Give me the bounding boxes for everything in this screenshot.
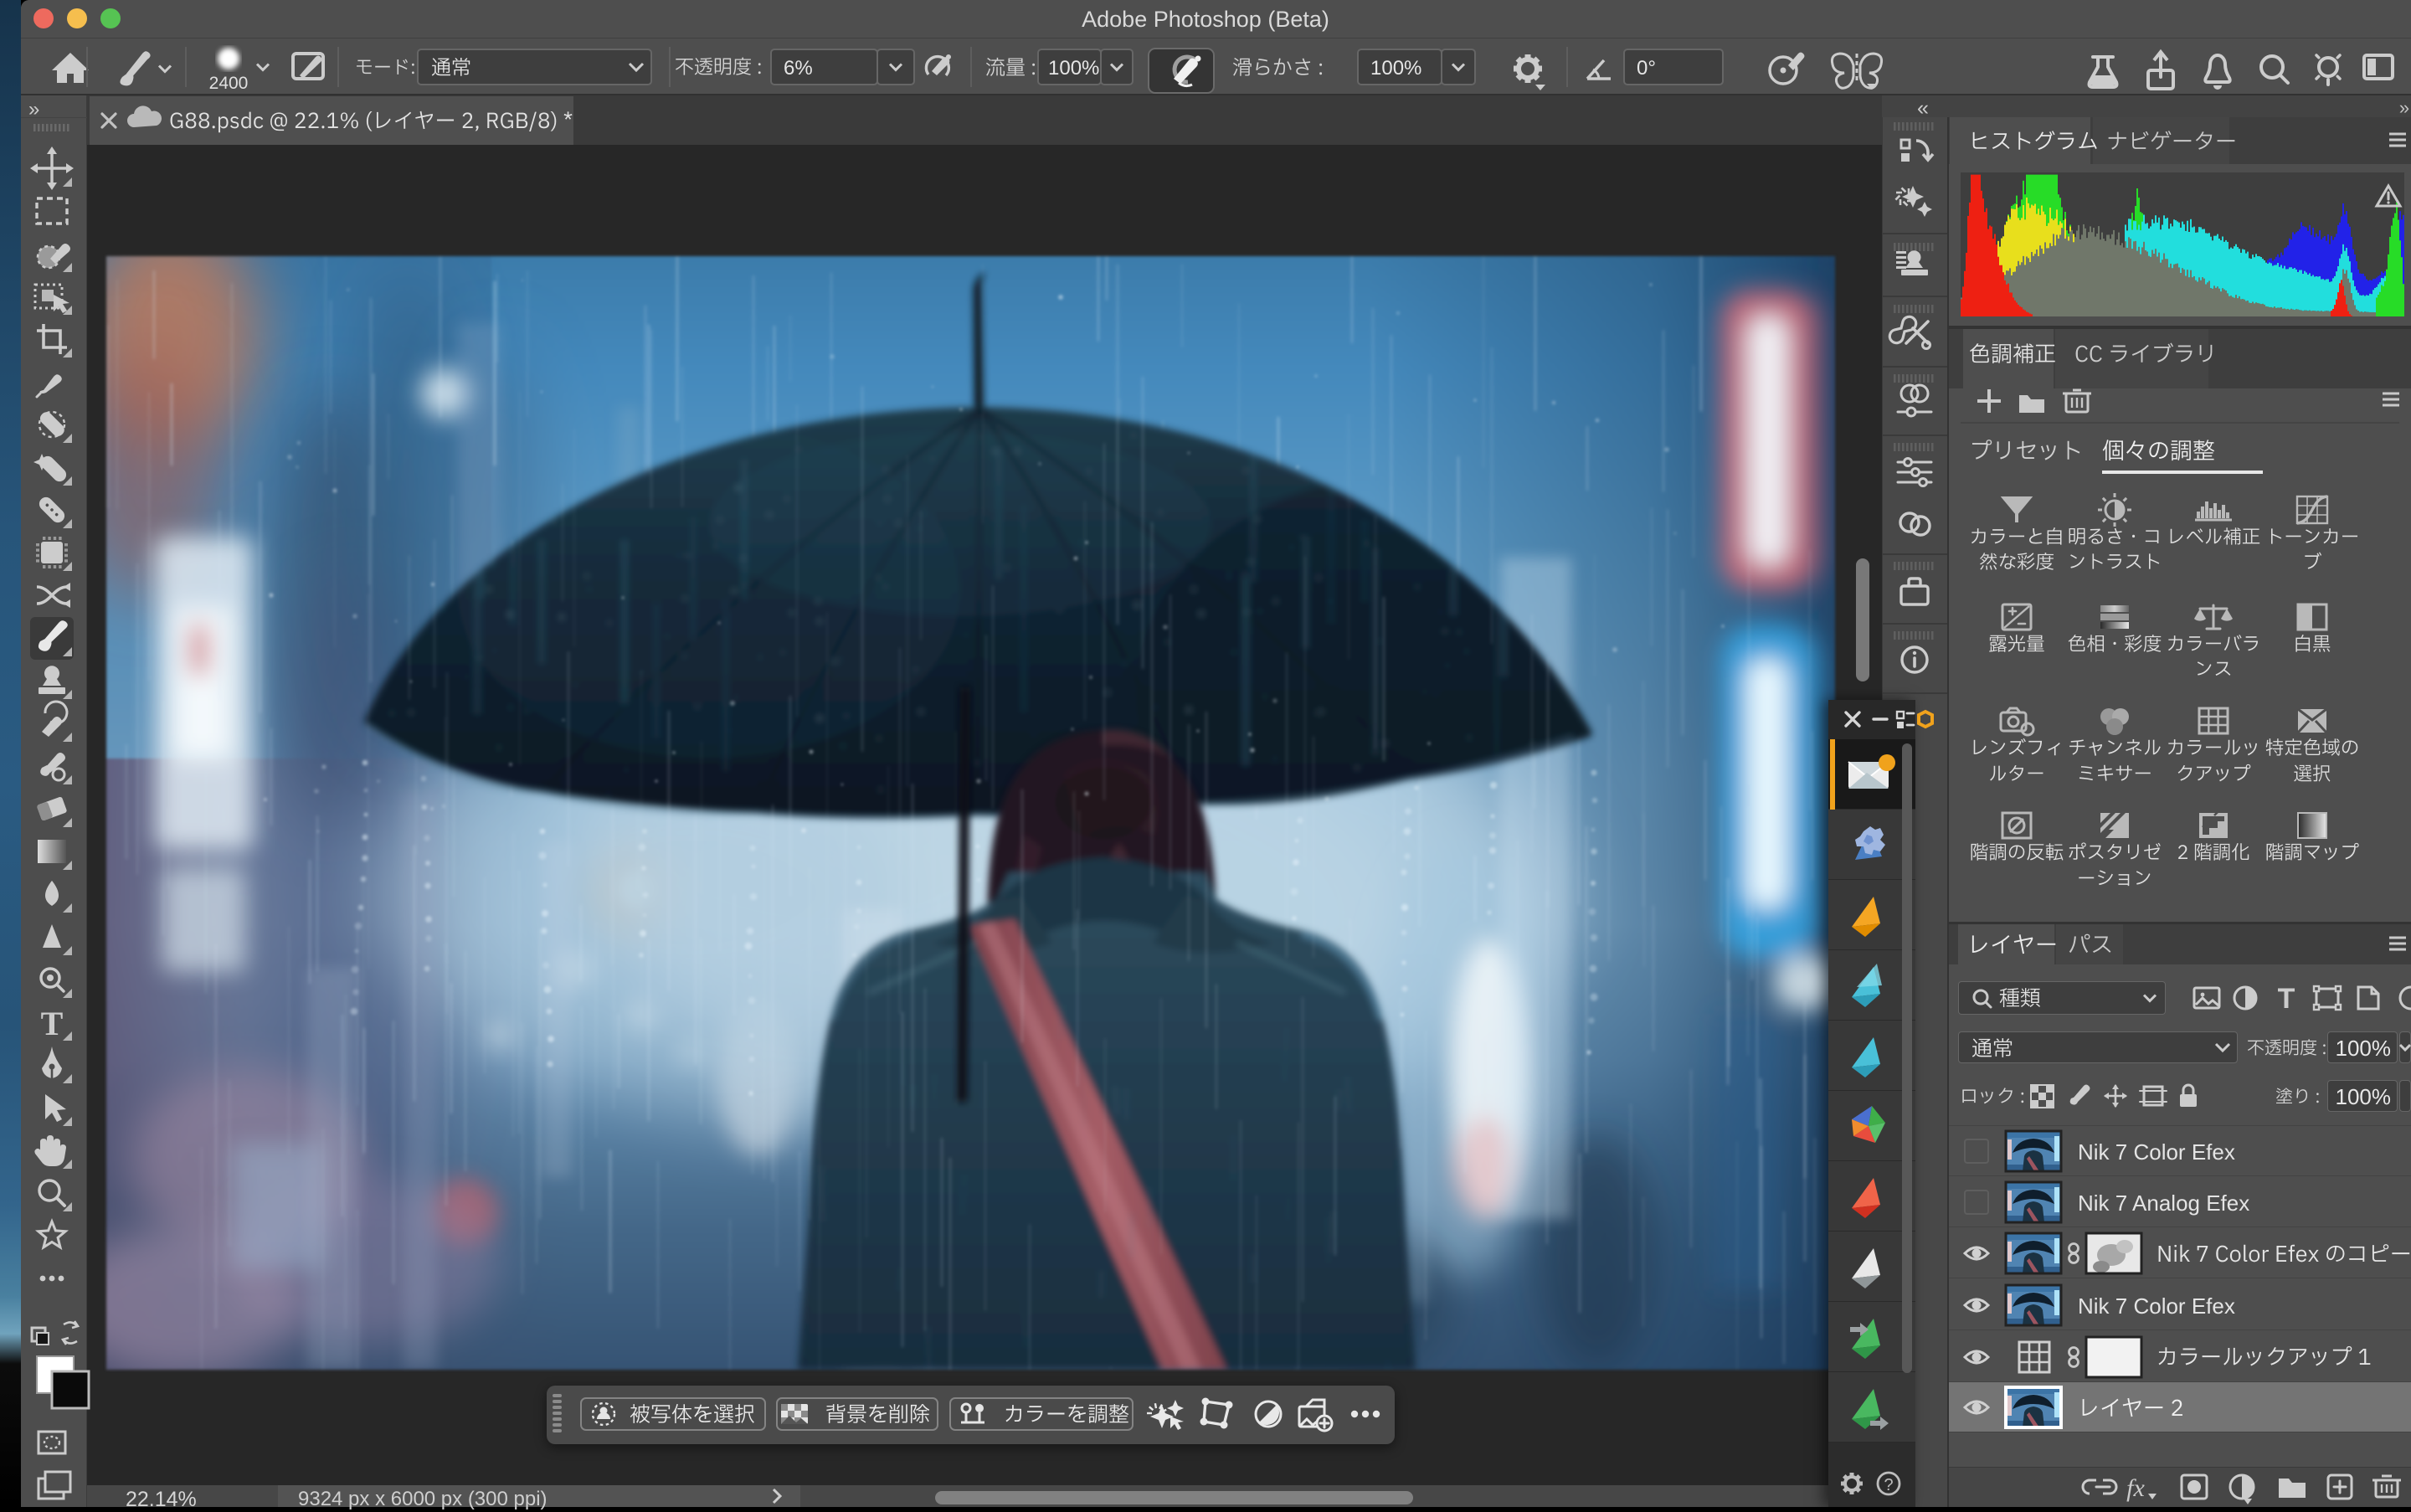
- svg-text:0°: 0°: [1637, 57, 1656, 80]
- svg-text:fx: fx: [2126, 1474, 2145, 1502]
- svg-text:»: »: [28, 98, 39, 121]
- svg-text:»: »: [2399, 97, 2409, 118]
- svg-text:«: «: [1917, 96, 1929, 120]
- svg-text:T: T: [41, 1005, 64, 1042]
- svg-text:?: ?: [1884, 1476, 1893, 1494]
- svg-text:100%: 100%: [1048, 57, 1099, 80]
- svg-text:T: T: [2278, 983, 2295, 1015]
- svg-text:2400: 2400: [209, 74, 249, 93]
- svg-text:6%: 6%: [784, 57, 813, 80]
- svg-text:100%: 100%: [1370, 57, 1421, 80]
